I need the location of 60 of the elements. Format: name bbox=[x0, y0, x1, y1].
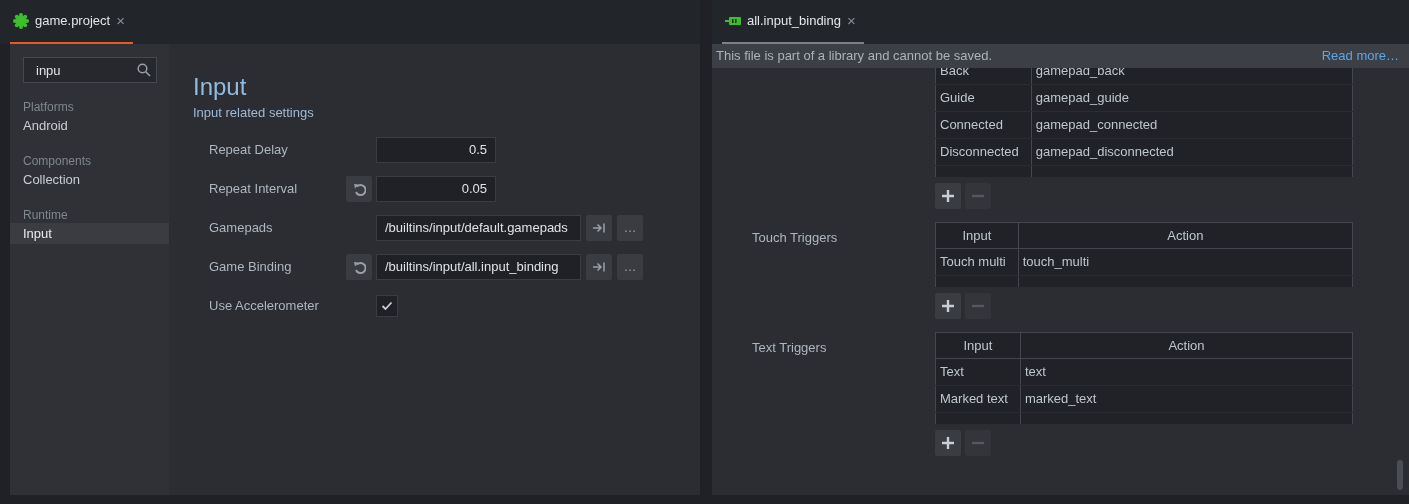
table-cell: gamepad_guide bbox=[1031, 84, 1353, 112]
sidebar-item[interactable]: Collection bbox=[10, 169, 169, 190]
check-icon bbox=[381, 300, 393, 311]
sidebar-item[interactable]: Input bbox=[10, 223, 169, 244]
table-cell: Marked text bbox=[935, 385, 1021, 413]
arrow-to-bar-icon bbox=[592, 260, 606, 273]
checkbox[interactable] bbox=[376, 294, 398, 317]
table-cell: Text bbox=[935, 358, 1021, 386]
add-button[interactable] bbox=[935, 293, 961, 319]
close-icon[interactable]: × bbox=[116, 9, 125, 33]
section-heading: Input bbox=[193, 72, 248, 102]
plus-icon bbox=[941, 436, 955, 450]
section-description: Input related settings bbox=[193, 104, 315, 122]
field-label: Use Accelerometer bbox=[208, 296, 320, 315]
browse-button[interactable]: … bbox=[617, 253, 643, 280]
number-field[interactable]: 0.05 bbox=[376, 175, 496, 202]
gear-icon bbox=[13, 13, 29, 29]
column-header: Input bbox=[935, 332, 1021, 359]
go-to-button[interactable] bbox=[586, 253, 612, 280]
field-label: Game Binding bbox=[208, 257, 293, 276]
add-button[interactable] bbox=[935, 183, 961, 209]
field-label: Gamepads bbox=[208, 218, 274, 237]
sidebar-item[interactable]: Android bbox=[10, 115, 169, 136]
reset-button[interactable] bbox=[346, 175, 372, 202]
plus-icon bbox=[941, 189, 955, 203]
scrollbar-thumb[interactable] bbox=[1397, 460, 1403, 490]
column-header: Action bbox=[1020, 332, 1353, 359]
category-label: Components bbox=[22, 153, 93, 169]
search-field[interactable]: inpu bbox=[23, 57, 157, 83]
go-to-button[interactable] bbox=[586, 214, 612, 241]
table-cell: Connected bbox=[935, 111, 1032, 139]
section-label: Touch Triggers bbox=[752, 230, 838, 245]
add-button[interactable] bbox=[935, 430, 961, 456]
column-header: Input bbox=[935, 222, 1019, 249]
path-field[interactable]: /builtins/input/default.gamepads bbox=[376, 214, 581, 241]
number-field[interactable]: 0.5 bbox=[376, 136, 496, 163]
table-cell: marked_text bbox=[1020, 385, 1353, 413]
table-cell: text bbox=[1020, 358, 1353, 386]
reset-button[interactable] bbox=[346, 253, 372, 280]
field-label: Repeat Delay bbox=[208, 140, 289, 159]
plug-icon bbox=[725, 15, 741, 27]
table-cell: Guide bbox=[935, 84, 1032, 112]
table-cell: gamepad_disconnected bbox=[1031, 138, 1353, 166]
table-cell: gamepad_connected bbox=[1031, 111, 1353, 139]
search-icon bbox=[137, 63, 151, 77]
section-label: Text Triggers bbox=[752, 340, 827, 355]
category-label: Runtime bbox=[22, 207, 69, 223]
field-label: Repeat Interval bbox=[208, 179, 299, 198]
table-cell: touch_multi bbox=[1018, 248, 1353, 276]
table-cell: Touch multi bbox=[935, 248, 1019, 276]
arrow-to-bar-icon bbox=[592, 221, 606, 234]
category-label: Platforms bbox=[22, 99, 75, 115]
path-field[interactable]: /builtins/input/all.input_binding bbox=[376, 253, 581, 280]
reset-icon bbox=[352, 259, 366, 274]
reset-icon bbox=[352, 181, 366, 196]
plus-icon bbox=[941, 299, 955, 313]
browse-button[interactable]: … bbox=[617, 214, 643, 241]
close-icon[interactable]: × bbox=[846, 9, 856, 33]
table-cell: Disconnected bbox=[935, 138, 1032, 166]
column-header: Action bbox=[1018, 222, 1353, 249]
